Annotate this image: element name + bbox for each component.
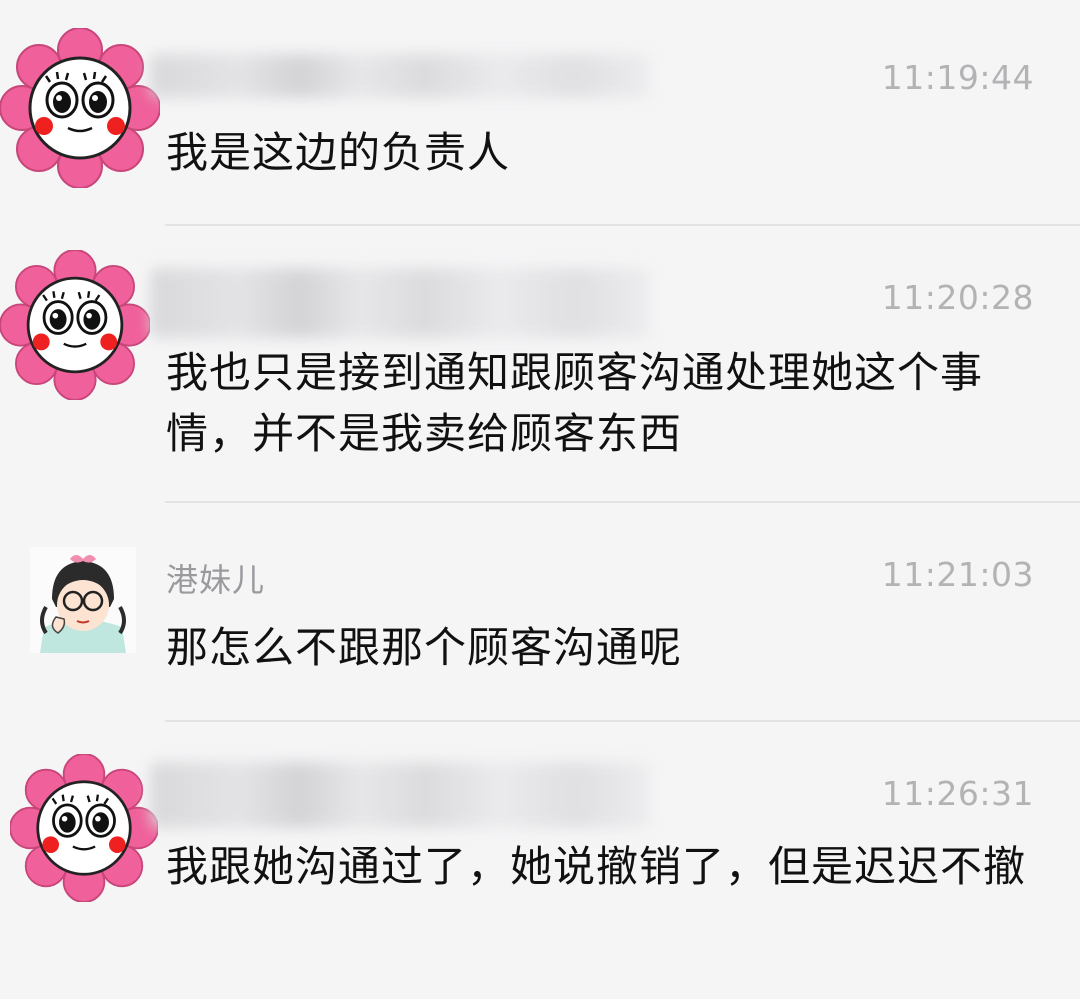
sender-name-blurred bbox=[150, 268, 650, 338]
message-item[interactable]: 11:26:31 我跟她沟通过了，她说撤销了，但是迟迟不撤 bbox=[0, 722, 1080, 999]
message-timestamp: 11:26:31 bbox=[881, 774, 1034, 813]
message-timestamp: 11:21:03 bbox=[881, 555, 1034, 594]
message-text: 那怎么不跟那个顾客沟通呢 bbox=[166, 623, 683, 672]
message-timestamp: 11:20:28 bbox=[881, 278, 1034, 317]
message-timestamp: 11:19:44 bbox=[881, 58, 1034, 97]
pink-flower-avatar-icon[interactable] bbox=[10, 754, 170, 914]
message-item[interactable]: 11:19:44 我是这边的负责人 bbox=[0, 0, 1080, 226]
message-item[interactable]: 11:20:28 我也只是接到通知跟顾客沟通处理她这个事情，并不是我卖给顾客东西 bbox=[0, 226, 1080, 502]
message-text: 我是这边的负责人 bbox=[166, 128, 511, 177]
message-item[interactable]: 港妹儿 11:21:03 那怎么不跟那个顾客沟通呢 bbox=[0, 503, 1080, 721]
pink-flower-avatar-icon[interactable] bbox=[0, 250, 160, 410]
message-text: 我也只是接到通知跟顾客沟通处理她这个事情，并不是我卖给顾客东西 bbox=[166, 348, 984, 458]
sender-name-blurred bbox=[150, 54, 650, 98]
message-text: 我跟她沟通过了，她说撤销了，但是迟迟不撤 bbox=[166, 842, 1027, 891]
girl-cartoon-avatar-icon[interactable] bbox=[30, 547, 136, 653]
chat-thread: 11:19:44 我是这边的负责人 11:20:28 我也只是接到通知跟顾客沟通… bbox=[0, 0, 1080, 999]
pink-flower-avatar-icon[interactable] bbox=[0, 28, 160, 188]
sender-name: 港妹儿 bbox=[166, 561, 266, 599]
sender-name-blurred bbox=[150, 762, 650, 828]
